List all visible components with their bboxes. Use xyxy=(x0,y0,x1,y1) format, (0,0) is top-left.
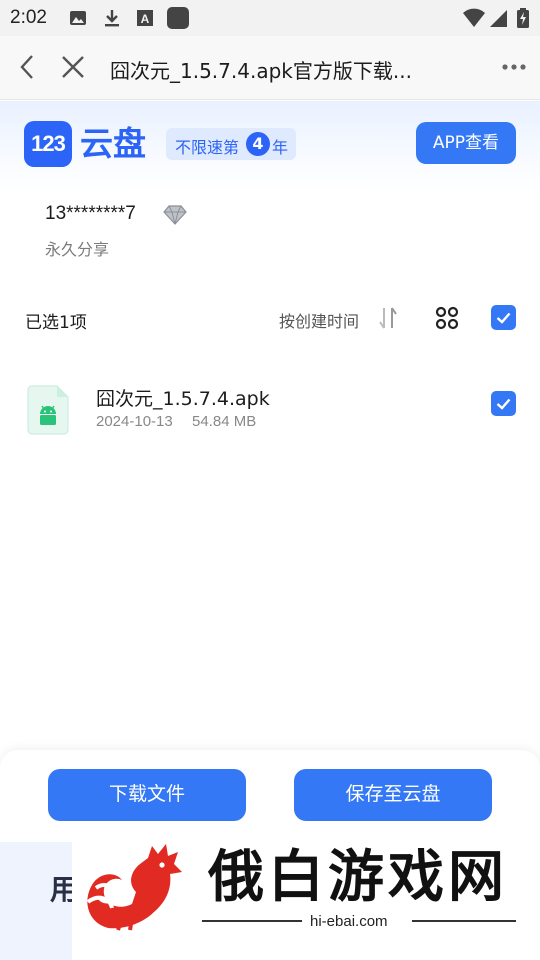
selected-count: 已选1项 xyxy=(25,313,87,333)
sort-icon[interactable] xyxy=(376,305,400,331)
share-type: 永久分享 xyxy=(45,240,110,259)
check-icon xyxy=(496,312,511,324)
wifi-icon xyxy=(463,8,485,27)
download-icon xyxy=(105,10,119,27)
badge-suffix: 年 xyxy=(272,138,289,157)
download-file-button[interactable]: 下载文件 xyxy=(48,769,246,821)
rooster-logo-icon xyxy=(86,844,182,931)
select-all-checkbox[interactable] xyxy=(491,305,516,330)
browser-nav-bar: 囧次元_1.5.7.4.apk官方版下载... xyxy=(0,36,540,100)
watermark-divider xyxy=(202,920,302,922)
logo-text: 云盘 xyxy=(80,124,146,163)
speed-badge: 不限速第 4 年 xyxy=(166,128,296,160)
watermark: 俄白游戏网 hi-ebai.com xyxy=(72,822,540,960)
save-to-cloud-button[interactable]: 保存至云盘 xyxy=(294,769,492,821)
app-view-button[interactable]: APP查看 xyxy=(416,122,516,164)
battery-charging-icon xyxy=(517,8,529,28)
status-time: 2:02 xyxy=(10,7,47,28)
sort-by-created-time[interactable]: 按创建时间 xyxy=(279,308,359,332)
diamond-icon xyxy=(163,205,187,225)
status-bar: 2:02 A xyxy=(0,0,540,36)
close-icon[interactable] xyxy=(58,50,88,84)
file-date: 2024-10-13 xyxy=(96,413,173,430)
image-icon xyxy=(70,11,86,25)
cloud-logo-icon: 123 xyxy=(24,121,72,167)
share-user: 13********7 xyxy=(45,203,136,224)
android-apk-file-icon xyxy=(27,385,69,435)
watermark-title: 俄白游戏网 xyxy=(208,844,508,910)
file-size: 54.84 MB xyxy=(192,413,257,430)
watermark-divider xyxy=(412,920,516,922)
font-a-icon: A xyxy=(137,10,153,26)
grid-view-icon[interactable] xyxy=(434,305,460,331)
signal-icon xyxy=(490,10,507,27)
more-icon[interactable] xyxy=(498,58,532,76)
watermark-url: hi-ebai.com xyxy=(310,913,388,930)
page-title: 囧次元_1.5.7.4.apk官方版下载... xyxy=(110,59,412,83)
badge-number: 4 xyxy=(246,132,270,156)
svg-text:A: A xyxy=(141,12,150,26)
file-name[interactable]: 囧次元_1.5.7.4.apk xyxy=(96,384,270,411)
back-arrow-icon[interactable] xyxy=(12,50,42,84)
check-icon xyxy=(496,398,511,410)
badge-prefix: 不限速第 xyxy=(175,138,240,157)
covered-banner: 用 xyxy=(0,842,78,960)
brand-header: 123 云盘 不限速第 4 年 APP查看 xyxy=(0,101,540,191)
file-checkbox[interactable] xyxy=(491,391,516,416)
app-square-icon xyxy=(167,7,189,29)
